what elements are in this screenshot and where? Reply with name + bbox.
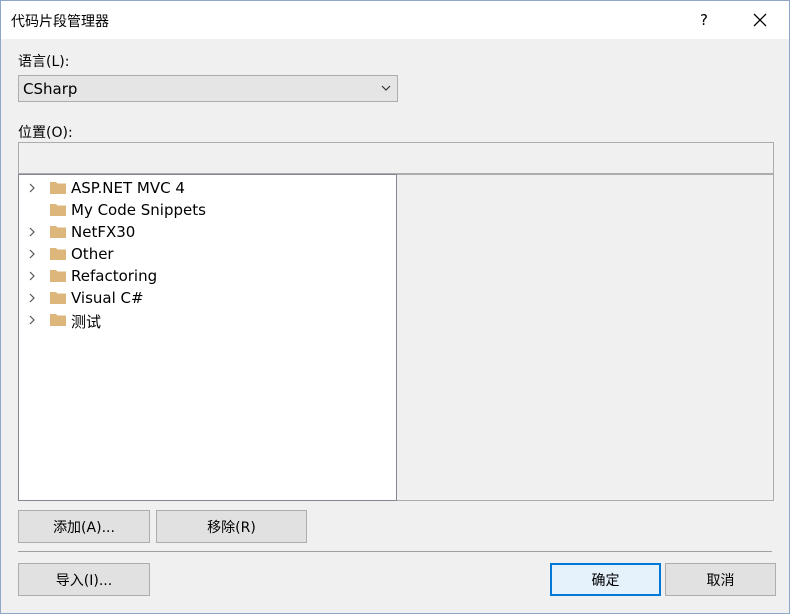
- import-button[interactable]: 导入(I)...: [18, 563, 150, 596]
- cancel-button[interactable]: 取消: [665, 563, 776, 596]
- tree-item[interactable]: Refactoring: [19, 265, 396, 287]
- snippets-manager-dialog: 代码片段管理器 ? 语言(L): CSharp 位置(O): ASP.NET M…: [0, 0, 790, 614]
- chevron-down-icon: [381, 85, 391, 91]
- snippet-details-pane: [397, 174, 774, 501]
- language-selected-value: CSharp: [23, 80, 78, 98]
- chevron-right-icon[interactable]: [27, 227, 37, 237]
- tree-item-label: Other: [71, 245, 114, 263]
- tree-item-label: My Code Snippets: [71, 201, 206, 219]
- chevron-right-icon[interactable]: [27, 249, 37, 259]
- chevron-right-icon[interactable]: [27, 315, 37, 325]
- folder-icon: [50, 226, 66, 238]
- add-button[interactable]: 添加(A)...: [18, 510, 150, 543]
- folder-icon: [50, 248, 66, 260]
- folder-icon: [50, 182, 66, 194]
- tree-item-label: ASP.NET MVC 4: [71, 179, 185, 197]
- close-icon: [753, 13, 767, 27]
- location-label: 位置(O):: [18, 125, 73, 141]
- tree-item-label: Refactoring: [71, 267, 158, 285]
- tree-item-label: 测试: [71, 313, 102, 331]
- help-button[interactable]: ?: [681, 1, 727, 39]
- folder-icon: [50, 292, 66, 304]
- ok-button[interactable]: 确定: [550, 563, 661, 596]
- tree-item[interactable]: Other: [19, 243, 396, 265]
- tree-item[interactable]: Visual C#: [19, 287, 396, 309]
- language-select[interactable]: CSharp: [18, 75, 398, 102]
- tree-item-label: NetFX30: [71, 223, 136, 241]
- location-field[interactable]: [18, 142, 774, 174]
- chevron-right-icon[interactable]: [27, 183, 37, 193]
- folder-icon: [50, 270, 66, 282]
- tree-item[interactable]: ASP.NET MVC 4: [19, 177, 396, 199]
- divider: [18, 551, 772, 552]
- tree-item[interactable]: 测试: [19, 309, 396, 331]
- remove-button[interactable]: 移除(R): [156, 510, 307, 543]
- chevron-right-icon[interactable]: [27, 271, 37, 281]
- title-bar: 代码片段管理器 ?: [1, 1, 789, 39]
- language-label: 语言(L):: [18, 54, 70, 70]
- tree-item[interactable]: NetFX30: [19, 221, 396, 243]
- folder-icon: [50, 204, 66, 216]
- chevron-right-icon[interactable]: [27, 293, 37, 303]
- close-button[interactable]: [737, 1, 783, 39]
- tree-item-label: Visual C#: [71, 289, 144, 307]
- tree-item[interactable]: My Code Snippets: [19, 199, 396, 221]
- window-title: 代码片段管理器: [11, 14, 109, 30]
- folder-icon: [50, 314, 66, 326]
- snippet-folder-tree[interactable]: ASP.NET MVC 4 My Code Snippets NetFX30 O…: [18, 174, 397, 501]
